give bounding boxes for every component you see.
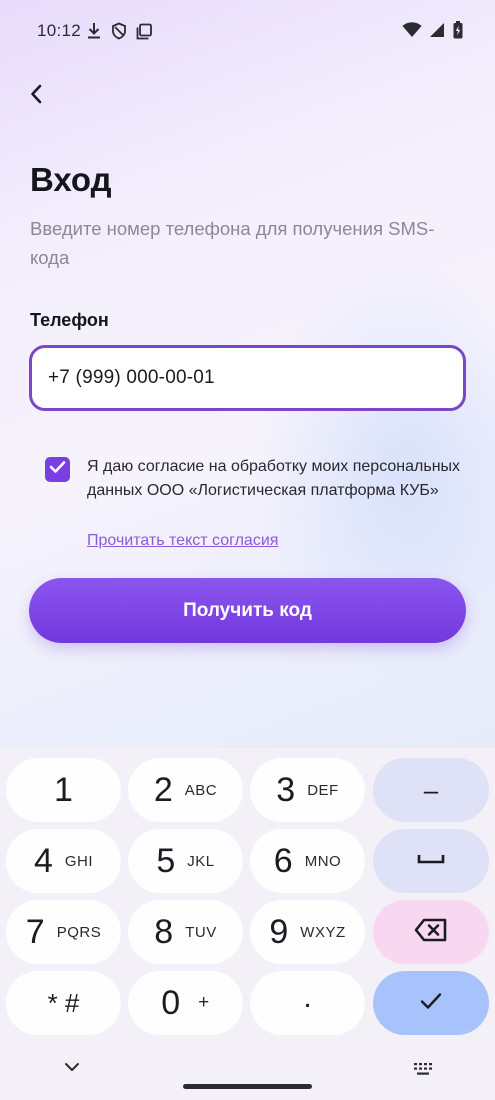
wifi-icon: [402, 22, 422, 38]
shield-icon: [111, 22, 127, 40]
key-letters: ABC: [184, 781, 218, 799]
screenshot-icon: [136, 23, 153, 40]
consent-checkbox[interactable]: [45, 457, 70, 482]
login-screen: 10:12 Вход Введите номер телефона для по…: [0, 0, 495, 748]
signal-icon: [430, 22, 445, 38]
checkmark-icon: [420, 992, 442, 1015]
key-letters: +: [198, 992, 210, 1013]
page-title: Вход: [30, 161, 112, 198]
keyboard-nav-bar: [0, 1046, 495, 1100]
consent-text: Я даю согласие на обработку моих персона…: [87, 458, 461, 499]
phone-label: Телефон: [30, 310, 109, 330]
chevron-left-icon: [29, 83, 43, 110]
consent-link[interactable]: Прочитать текст согласия: [87, 532, 278, 550]
key-done[interactable]: [373, 971, 489, 1035]
key-letters: JKL: [187, 852, 215, 870]
status-bar: 10:12: [0, 0, 495, 62]
battery-charging-icon: [453, 21, 463, 39]
status-icons-left: [86, 22, 153, 40]
key-6[interactable]: 6 MNO: [250, 829, 365, 893]
key-letters: MNO: [304, 852, 342, 870]
key-letters: GHI: [64, 852, 94, 870]
key-digit: 4: [33, 842, 53, 880]
key-digit: 7: [25, 913, 45, 951]
key-digit: 6: [273, 842, 293, 880]
key-digit: 3: [276, 771, 296, 809]
checkmark-icon: [49, 460, 66, 479]
key-1[interactable]: 1: [6, 758, 121, 822]
key-7[interactable]: 7 PQRS: [6, 900, 121, 964]
backspace-icon: [414, 918, 448, 947]
numeric-keyboard: 1 2 ABC 3 DEF – 4 GHI 5 JKL 6 MNO 7 PQRS 8 TUV …: [0, 748, 495, 1100]
key-dot[interactable]: .: [250, 971, 365, 1035]
keyboard-switch-icon[interactable]: [413, 1062, 433, 1081]
space-bar-icon: [417, 852, 445, 870]
status-icons-right: [402, 21, 463, 39]
key-4[interactable]: 4 GHI: [6, 829, 121, 893]
home-indicator[interactable]: [183, 1084, 312, 1089]
phone-input-value: +7 (999) 000-00-01: [48, 367, 215, 388]
back-button[interactable]: [20, 80, 52, 112]
key-digit: .: [303, 981, 312, 1014]
download-icon: [86, 22, 102, 40]
key-minus[interactable]: –: [373, 758, 489, 822]
key-0[interactable]: 0 +: [128, 971, 243, 1035]
key-letters: TUV: [185, 923, 217, 941]
get-code-button[interactable]: Получить код: [29, 578, 466, 643]
key-digit: 1: [54, 771, 73, 809]
key-letters: PQRS: [56, 923, 102, 941]
key-letters: WXYZ: [300, 923, 346, 941]
chevron-down-icon[interactable]: [62, 1060, 82, 1079]
key-digit: 0: [161, 984, 181, 1022]
key-9[interactable]: 9 WXYZ: [250, 900, 365, 964]
status-time: 10:12: [37, 21, 82, 40]
key-3[interactable]: 3 DEF: [250, 758, 365, 822]
key-digit: 2: [153, 771, 173, 809]
key-star-hash[interactable]: * #: [6, 971, 121, 1035]
get-code-button-label: Получить код: [183, 599, 312, 621]
key-digit: 5: [156, 842, 176, 880]
key-backspace[interactable]: [373, 900, 489, 964]
key-5[interactable]: 5 JKL: [128, 829, 243, 893]
key-2[interactable]: 2 ABC: [128, 758, 243, 822]
key-space[interactable]: [373, 829, 489, 893]
key-digit: 9: [269, 913, 289, 951]
minus-symbol: –: [423, 774, 439, 805]
key-digit: * #: [47, 988, 80, 1018]
key-letters: DEF: [307, 781, 339, 799]
page-subtitle: Введите номер телефона для получения SMS…: [30, 218, 435, 268]
key-digit: 8: [154, 913, 174, 951]
phone-input[interactable]: +7 (999) 000-00-01: [29, 345, 466, 411]
key-8[interactable]: 8 TUV: [128, 900, 243, 964]
